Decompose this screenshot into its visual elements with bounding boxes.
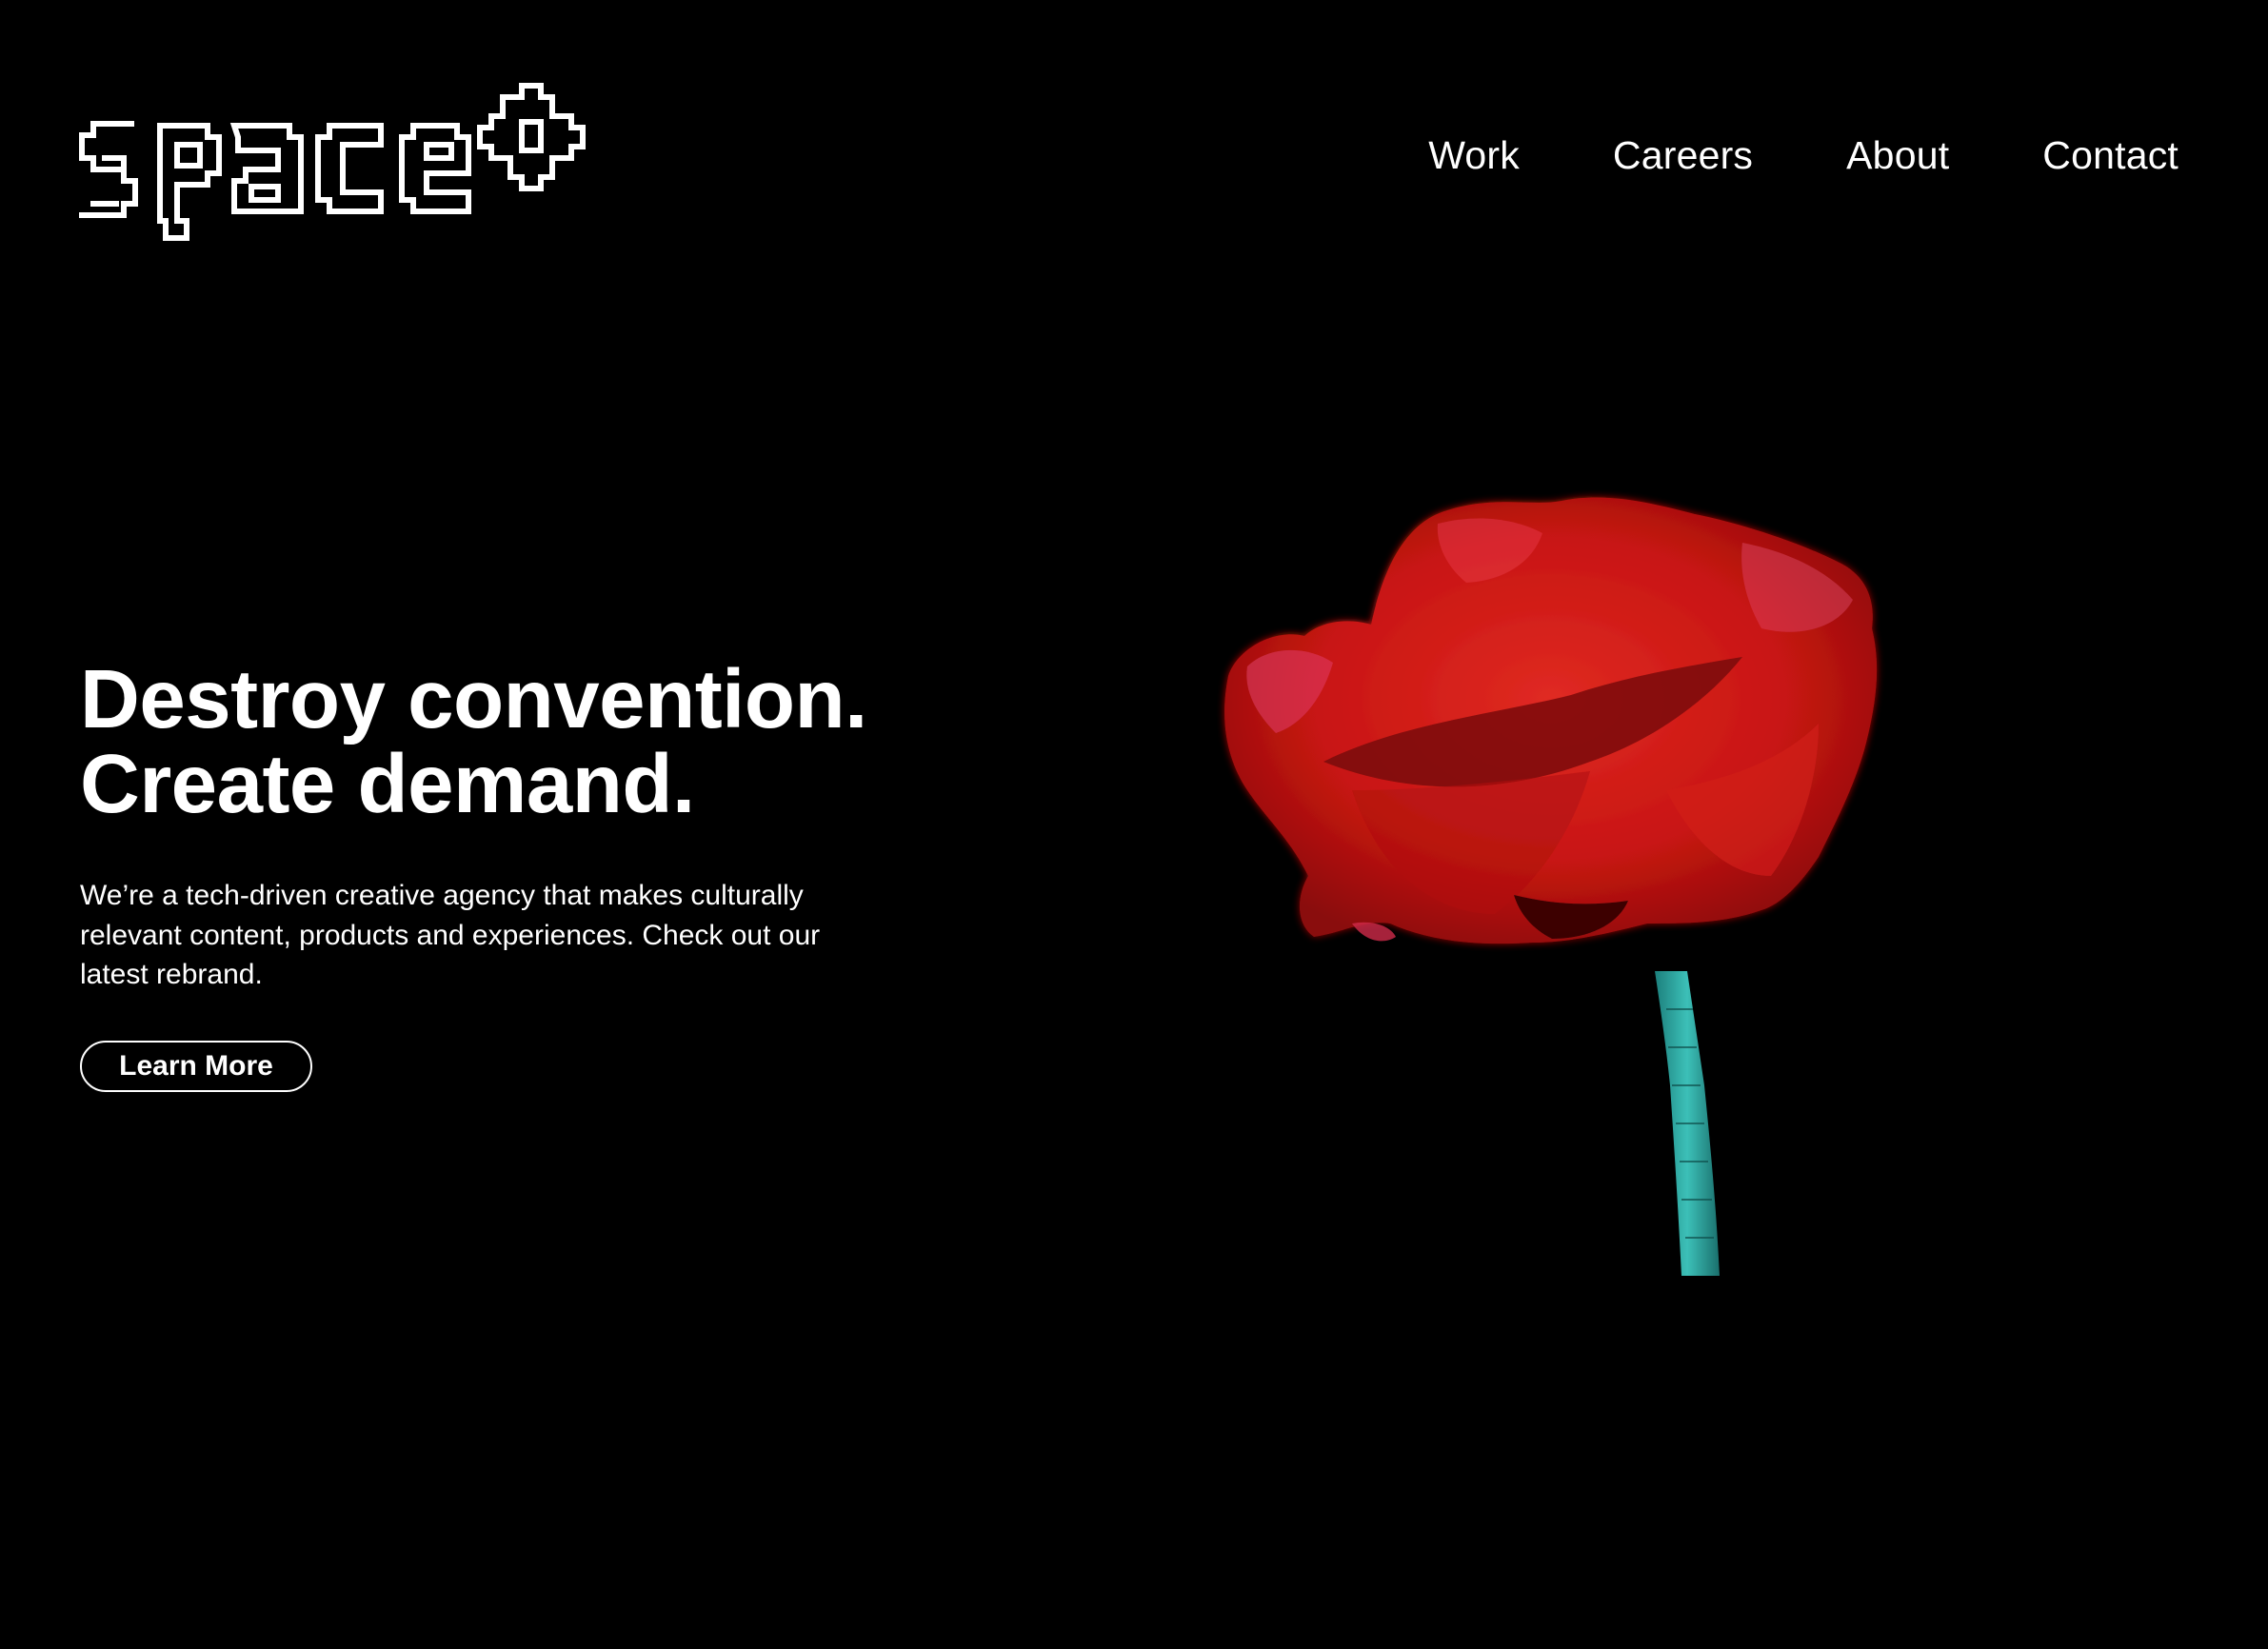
headline-line-1: Destroy convention.	[80, 653, 867, 745]
hero-section: Destroy convention. Create demand. We’re…	[80, 657, 937, 1092]
learn-more-button[interactable]: Learn More	[80, 1040, 312, 1092]
nav-link-careers[interactable]: Careers	[1613, 133, 1753, 178]
hero-headline: Destroy convention. Create demand.	[80, 657, 937, 826]
headline-line-2: Create demand.	[80, 738, 695, 830]
nav-link-work[interactable]: Work	[1428, 133, 1520, 178]
site-header: Work Careers About Contact	[0, 0, 2268, 286]
red-poppy-icon	[1224, 497, 1878, 1276]
main-nav: Work Careers About Contact	[1428, 133, 2178, 178]
hero-description: We’re a tech-driven creative agency that…	[80, 880, 821, 990]
flower-pixel-logo-icon	[79, 83, 586, 241]
hero-image	[1209, 476, 1990, 1295]
nav-link-about[interactable]: About	[1846, 133, 1949, 178]
logo[interactable]	[74, 78, 619, 249]
nav-link-contact[interactable]: Contact	[2042, 133, 2178, 178]
